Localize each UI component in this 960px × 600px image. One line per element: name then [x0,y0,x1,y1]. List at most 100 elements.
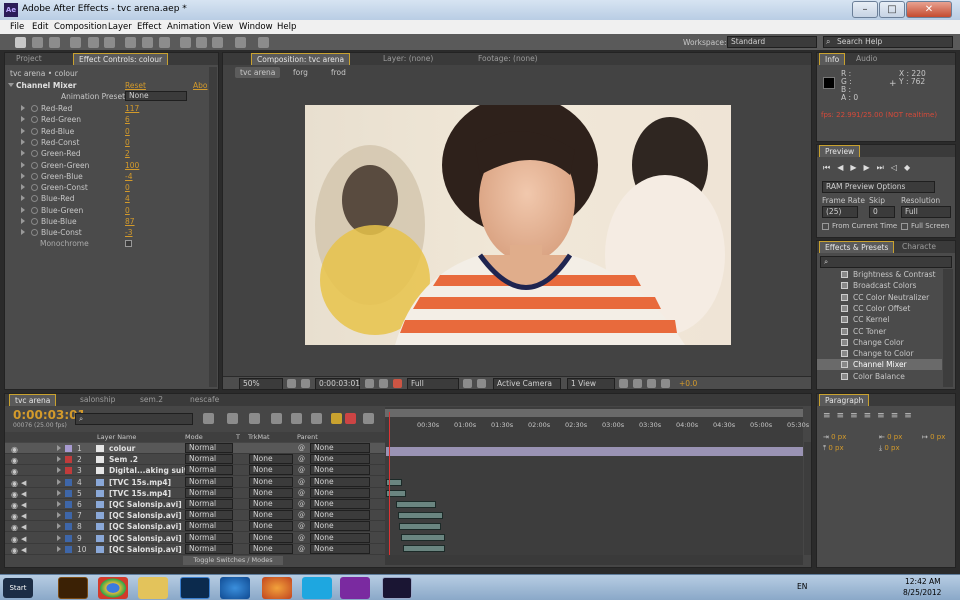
pick-whip-icon[interactable]: @ [298,521,305,532]
fast-previews-icon[interactable] [633,379,642,388]
layer-name[interactable]: [QC Salonsip.avi] [109,499,182,510]
full-screen-checkbox[interactable] [901,223,908,230]
layer-name[interactable]: Digital...aking suit [109,465,187,476]
chrome-taskbar-icon[interactable] [98,577,128,599]
camera-select[interactable]: Active Camera [493,378,561,390]
firefox-taskbar-icon[interactable] [262,577,292,599]
puppet-tool-icon[interactable] [258,37,269,48]
expand-icon[interactable] [57,523,61,530]
time-ruler[interactable]: 00:30s 01:00s 01:30s 02:00s 02:30s 03:00s 03:3… [385,418,809,432]
hide-shy-icon[interactable] [271,413,282,424]
toggle-pixel-aspect-icon[interactable] [619,379,628,388]
label-color-icon[interactable] [65,467,72,475]
brush-tool-icon[interactable] [180,37,191,48]
expand-icon[interactable] [21,206,25,213]
reset-link[interactable]: Reset [125,81,146,90]
menu-edit[interactable]: Edit [32,22,48,32]
param-value[interactable]: 0 [125,137,130,148]
expand-icon[interactable] [21,184,25,191]
internet-explorer-taskbar-icon[interactable] [220,577,250,599]
menu-effect[interactable]: Effect [137,22,161,32]
graph-editor-icon[interactable] [345,413,356,424]
channel-icon[interactable] [393,379,402,388]
layer-row[interactable]: ◉ ◀ 5 [TVC 15s.mp4] Normal None @ None [5,487,385,499]
pick-whip-icon[interactable]: @ [298,544,305,555]
expand-icon[interactable] [57,445,61,451]
work-area-bar[interactable] [385,409,803,417]
live-update-icon[interactable] [227,413,238,424]
indent-right-value[interactable]: 0 px [887,433,902,441]
layer-row[interactable]: ◉ ◀ 4 [TVC 15s.mp4] Normal None @ None [5,476,385,488]
layer-mode-select[interactable]: Normal [185,543,233,554]
layer-name[interactable]: colour [109,443,135,454]
pick-whip-icon[interactable]: @ [298,443,305,454]
label-color-icon[interactable] [65,456,72,464]
photoshop-taskbar-icon[interactable] [180,577,210,599]
pen-tool-icon[interactable] [142,37,153,48]
effect-list-item[interactable]: Change to Color [817,348,942,359]
layer-name[interactable]: [QC Salonsip.avi] [109,521,182,532]
minimize-button[interactable]: – [852,1,878,18]
start-button[interactable]: Start [3,578,33,598]
stopwatch-icon[interactable] [31,127,38,135]
expand-icon[interactable] [21,127,25,134]
show-snapshot-icon[interactable] [379,379,388,388]
tab-timeline-sem2[interactable]: sem.2 [135,394,168,406]
tab-composition[interactable]: Composition: tvc arena [251,53,351,65]
layer-bar-10[interactable] [403,545,445,552]
composition-mini-flowchart-icon[interactable] [203,413,214,424]
label-color-icon[interactable] [65,523,72,531]
stopwatch-icon[interactable] [31,206,38,214]
effect-list-item[interactable]: Channel Mixer [817,359,942,371]
tab-paragraph[interactable]: Paragraph [819,394,870,406]
pick-whip-icon[interactable]: @ [298,499,305,510]
layer-row[interactable]: ◉ ◀ 9 [QC Salonsip.avi] Normal None @ None [5,532,385,544]
stopwatch-icon[interactable] [31,138,38,146]
resolution-select-preview[interactable]: Full [901,206,951,218]
language-indicator[interactable]: EN [797,582,807,591]
stopwatch-icon[interactable] [31,105,38,112]
layer-row[interactable]: ◉ ◀ 7 [QC Salonsip.avi] Normal None @ None [5,510,385,522]
layer-parent-select[interactable]: None [310,499,370,509]
skype-taskbar-icon[interactable] [302,577,332,599]
label-color-icon[interactable] [65,512,72,520]
type-tool-icon[interactable] [159,37,170,48]
eye-icon[interactable]: ◉ [11,545,18,556]
expand-icon[interactable] [57,489,61,496]
param-value[interactable]: 87 [125,216,135,227]
layer-trkmat-select[interactable]: None [249,499,293,509]
effect-list-item[interactable]: CC Color Offset [817,303,942,314]
label-color-icon[interactable] [65,445,72,452]
resolution-select[interactable]: Full [407,378,459,390]
ram-preview-options-select[interactable]: RAM Preview Options [822,181,935,193]
presets-select[interactable]: None [125,91,187,101]
timeline-scrollbar[interactable] [804,442,811,555]
layer-name[interactable]: Sem .2 [109,454,138,465]
layer-parent-select[interactable]: None [310,454,370,465]
current-time-field[interactable]: 0:00:03:01 [315,378,360,390]
layer-trkmat-select[interactable]: None [249,454,293,465]
brainstorm-icon[interactable] [331,413,342,424]
crumb-frod[interactable]: frod [331,68,346,77]
layer-row[interactable]: ◉ 1 colour Normal @ None [5,443,385,454]
layer-name[interactable]: [TVC 15s.mp4] [109,488,171,499]
illustrator-taskbar-icon[interactable] [58,577,88,599]
layer-mode-select[interactable]: Normal [185,487,233,498]
expand-icon[interactable] [57,545,61,552]
expand-icon[interactable] [21,138,25,145]
menu-composition[interactable]: Composition [54,22,107,32]
layer-mode-select[interactable]: Normal [185,454,233,465]
yahoo-messenger-taskbar-icon[interactable] [340,577,370,599]
layer-row[interactable]: ◉ 3 Digital...aking suit Normal None @ None [5,465,385,477]
expand-icon[interactable] [21,218,25,224]
rotate-tool-icon[interactable] [70,37,81,48]
layer-parent-select[interactable]: None [310,487,370,498]
expand-icon[interactable] [57,534,61,541]
expand-icon[interactable] [21,105,25,111]
effect-list-item[interactable]: CC Toner [817,326,942,337]
layer-parent-select[interactable]: None [310,510,370,521]
stopwatch-icon[interactable] [31,184,38,192]
label-color-icon[interactable] [65,545,72,553]
safe-zones-icon[interactable] [287,379,296,388]
exposure-value[interactable]: +0.0 [679,379,697,388]
